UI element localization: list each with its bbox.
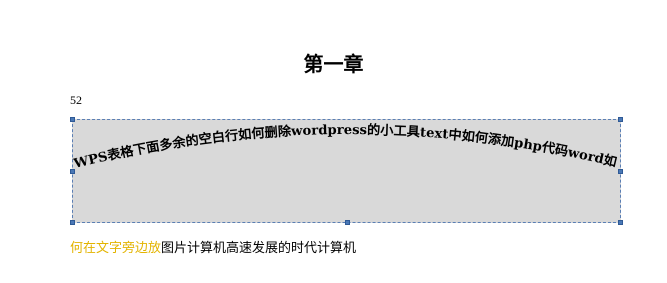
chapter-title: 第一章 bbox=[303, 52, 364, 76]
resize-handle-top-left[interactable] bbox=[70, 117, 75, 122]
curved-text-svg: WPS表格下面多余的空白行如何删除wordpress的小工具text中如何添加p… bbox=[71, 122, 618, 172]
resize-handle-bottom-center[interactable] bbox=[345, 220, 350, 225]
resize-handle-middle-left[interactable] bbox=[70, 169, 75, 174]
curved-text-box[interactable]: WPS表格下面多余的空白行如何删除wordpress的小工具text中如何添加p… bbox=[70, 117, 623, 225]
curved-text: WPS表格下面多余的空白行如何删除wordpress的小工具text中如何添加p… bbox=[71, 122, 618, 172]
resize-handle-top-right[interactable] bbox=[618, 117, 623, 122]
caption-line: 何在文字旁边放图片计算机高速发展的时代计算机 bbox=[70, 237, 356, 256]
page-number: 52 bbox=[70, 93, 82, 107]
resize-handle-middle-right[interactable] bbox=[618, 169, 623, 174]
resize-handle-bottom-left[interactable] bbox=[70, 220, 75, 225]
resize-handle-bottom-right[interactable] bbox=[618, 220, 623, 225]
caption-highlighted-text: 何在文字旁边放 bbox=[70, 241, 162, 256]
caption-text: 图片计算机高速发展的时代计算机 bbox=[161, 241, 357, 256]
